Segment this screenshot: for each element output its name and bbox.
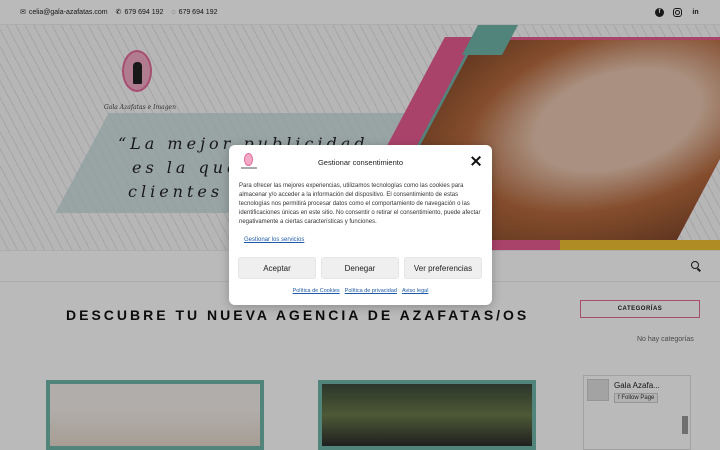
privacy-policy-link[interactable]: Política de privacidad xyxy=(345,288,397,294)
cookie-policy-link[interactable]: Política de Cookies xyxy=(293,288,340,294)
dialog-title: Gestionar consentimiento xyxy=(317,158,404,167)
consent-dialog: Gestionar consentimiento Para ofrecer la… xyxy=(229,145,492,305)
deny-button[interactable]: Denegar xyxy=(321,257,399,279)
preferences-button[interactable]: Ver preferencias xyxy=(404,257,482,279)
manage-services-link[interactable]: Gestionar los servicios xyxy=(244,237,304,243)
close-icon[interactable] xyxy=(471,156,481,166)
policy-links: Política de Cookies Política de privacid… xyxy=(229,288,492,294)
accept-button[interactable]: Aceptar xyxy=(238,257,316,279)
dialog-body: Para ofrecer las mejores experiencias, u… xyxy=(239,183,481,225)
legal-notice-link[interactable]: Aviso legal xyxy=(402,288,429,294)
